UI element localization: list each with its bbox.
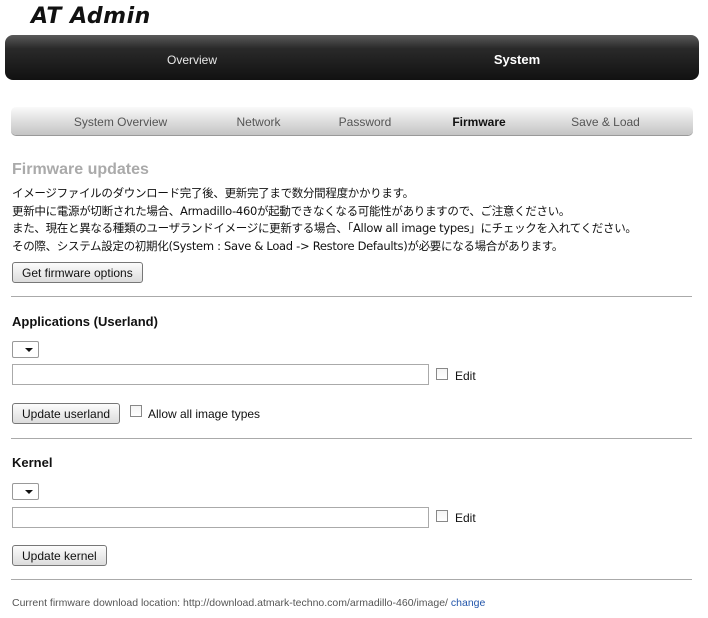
userland-url-input[interactable] bbox=[12, 364, 429, 385]
main-nav-overview[interactable]: Overview bbox=[112, 35, 272, 80]
main-nav-system[interactable]: System bbox=[437, 35, 597, 80]
kernel-url-input[interactable] bbox=[12, 507, 429, 528]
kernel-edit-checkbox[interactable] bbox=[436, 510, 448, 522]
app-logo: AT Admin bbox=[31, 4, 151, 29]
change-location-link[interactable]: change bbox=[451, 597, 485, 609]
update-userland-button[interactable]: Update userland bbox=[12, 403, 121, 424]
divider bbox=[11, 438, 692, 439]
firmware-description-line: イメージファイルのダウンロード完了後、更新完了まで数分間程度かかります。 bbox=[12, 186, 414, 200]
update-kernel-button[interactable]: Update kernel bbox=[12, 545, 107, 566]
tab-system-overview[interactable]: System Overview bbox=[63, 107, 178, 135]
divider bbox=[11, 579, 692, 580]
allow-all-image-types-label: Allow all image types bbox=[148, 407, 261, 421]
firmware-location-footer: Current firmware download location: http… bbox=[12, 597, 485, 609]
firmware-section-title: Firmware updates bbox=[12, 161, 149, 178]
tab-network[interactable]: Network bbox=[224, 107, 293, 135]
userland-heading: Applications (Userland) bbox=[12, 314, 158, 329]
kernel-image-select[interactable] bbox=[12, 483, 39, 500]
sub-nav: System Overview Network Password Firmwar… bbox=[11, 107, 693, 135]
firmware-description-line: また、現在と異なる種類のユーザランドイメージに更新する場合、「Allow all… bbox=[12, 221, 637, 235]
firmware-description-line: その際、システム設定の初期化(System : Save & Load -> R… bbox=[12, 239, 564, 253]
allow-all-image-types-checkbox[interactable] bbox=[130, 405, 142, 417]
tab-password[interactable]: Password bbox=[325, 107, 405, 135]
get-firmware-options-button[interactable]: Get firmware options bbox=[12, 262, 143, 283]
main-nav: Overview System bbox=[5, 35, 699, 80]
kernel-edit-label: Edit bbox=[455, 511, 476, 525]
kernel-heading: Kernel bbox=[12, 455, 53, 470]
tab-firmware[interactable]: Firmware bbox=[441, 107, 517, 135]
firmware-description-line: 更新中に電源が切断された場合、Armadillo-460が起動できなくなる可能性… bbox=[12, 204, 571, 218]
chevron-down-icon bbox=[25, 348, 33, 352]
tab-save-load[interactable]: Save & Load bbox=[562, 107, 649, 135]
firmware-location-text: Current firmware download location: http… bbox=[12, 597, 448, 609]
chevron-down-icon bbox=[25, 490, 33, 494]
userland-edit-label: Edit bbox=[455, 369, 476, 383]
userland-image-select[interactable] bbox=[12, 341, 39, 358]
userland-edit-checkbox[interactable] bbox=[436, 368, 448, 380]
divider bbox=[11, 296, 692, 297]
